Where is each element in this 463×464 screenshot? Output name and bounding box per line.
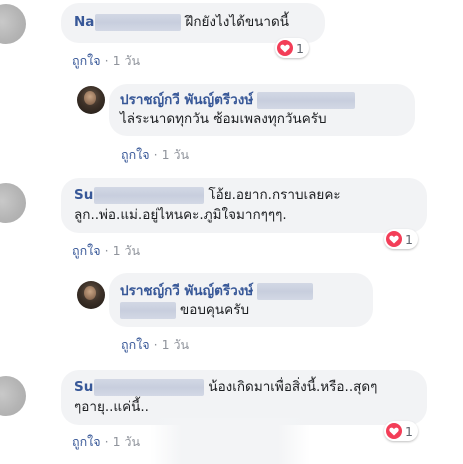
comment-actions: ถูกใจ · 1 วัน — [72, 241, 140, 261]
redacted-name — [257, 91, 356, 109]
timestamp[interactable]: 1 วัน — [113, 243, 141, 258]
timestamp[interactable]: 1 วัน — [162, 337, 190, 352]
redacted-name — [95, 13, 182, 31]
separator: · — [104, 243, 109, 258]
heart-icon — [277, 40, 293, 56]
comment-body: Su โอ้ย.อยาก.กราบเลยคะ — [74, 186, 341, 204]
reply-bubble: ปราชญ์กวี พันญ์ตรีวงษ์ ไล่ระนาดทุกวัน ซ้… — [109, 84, 415, 136]
redacted-name — [94, 378, 205, 396]
heart-icon — [386, 423, 402, 439]
separator: · — [153, 147, 158, 162]
reply-bubble: ปราชญ์กวี พันญ์ตรีวงษ์ ขอบคุนครับ — [109, 273, 373, 327]
heart-icon — [386, 231, 402, 247]
comment-actions: ถูกใจ · 1 วัน — [121, 335, 189, 355]
comment-body: Su น้องเกิดมาเพื่อสิ่งนี้.หรือ..สุดๆ — [74, 378, 377, 396]
redacted-name — [94, 186, 205, 204]
comment-text-line-1: โอ้ย.อยาก.กราบเลยคะ — [208, 187, 341, 203]
timestamp[interactable]: 1 วัน — [113, 434, 141, 449]
avatar[interactable] — [77, 281, 105, 309]
timestamp[interactable]: 1 วัน — [162, 147, 190, 162]
reaction-badge[interactable]: 1 — [384, 421, 418, 441]
comment-bubble: Na ฝึกยังไงได้ขนาดนี้ — [61, 3, 325, 43]
comment-author[interactable]: ปราชญ์กวี พันญ์ตรีวงษ์ — [120, 92, 253, 108]
like-link[interactable]: ถูกใจ — [121, 337, 150, 352]
reply-header: ปราชญ์กวี พันญ์ตรีวงษ์ — [120, 91, 356, 109]
reply-body: ขอบคุนครับ — [120, 301, 249, 319]
comment-text-line-1: น้องเกิดมาเพื่อสิ่งนี้.หรือ..สุดๆ — [208, 379, 378, 395]
like-link[interactable]: ถูกใจ — [72, 434, 101, 449]
like-link[interactable]: ถูกใจ — [72, 243, 101, 258]
comment-text: ขอบคุนครับ — [180, 302, 250, 318]
redacted-name — [120, 301, 176, 319]
separator: · — [153, 337, 158, 352]
comment-author[interactable]: ปราชญ์กวี พันญ์ตรีวงษ์ — [120, 283, 253, 299]
comment-bubble: Su น้องเกิดมาเพื่อสิ่งนี้.หรือ..สุดๆ ๆอาย… — [61, 370, 427, 425]
comment-actions: ถูกใจ · 1 วัน — [121, 145, 189, 165]
reaction-badge[interactable]: 1 — [275, 38, 309, 58]
like-link[interactable]: ถูกใจ — [72, 53, 101, 68]
avatar[interactable] — [0, 4, 26, 44]
faded-area — [150, 418, 310, 464]
comment-author[interactable]: Su — [74, 379, 93, 395]
comment-author[interactable]: Su — [74, 187, 93, 203]
comment-text: ฝึกยังไงได้ขนาดนี้ — [185, 14, 289, 30]
comment-bubble: Su โอ้ย.อยาก.กราบเลยคะ ลูก..พ่อ.แม่.อยู่ไ… — [61, 178, 427, 233]
comment-text-line-2: ๆอายุ..แค่นี้.. — [74, 399, 149, 415]
reaction-count: 1 — [405, 423, 413, 439]
comment-body: Na ฝึกยังไงได้ขนาดนี้ — [74, 13, 289, 31]
reaction-count: 1 — [405, 231, 413, 247]
reaction-count: 1 — [296, 40, 304, 56]
comment-text: ไล่ระนาดทุกวัน ซ้อมเพลงทุกวันครับ — [120, 111, 327, 127]
comment-actions: ถูกใจ · 1 วัน — [72, 432, 140, 452]
reaction-badge[interactable]: 1 — [384, 229, 418, 249]
avatar[interactable] — [0, 376, 26, 416]
like-link[interactable]: ถูกใจ — [121, 147, 150, 162]
separator: · — [104, 434, 109, 449]
avatar[interactable] — [0, 183, 26, 223]
redacted-name — [257, 282, 314, 300]
comment-author[interactable]: Na — [74, 14, 94, 30]
comment-actions: ถูกใจ · 1 วัน — [72, 51, 140, 71]
timestamp[interactable]: 1 วัน — [113, 53, 141, 68]
separator: · — [104, 53, 109, 68]
avatar[interactable] — [77, 86, 105, 114]
comment-text-line-2: ลูก..พ่อ.แม่.อยู่ไหนคะ.ภูมิใจมากๆๆๆ. — [74, 207, 287, 223]
reply-header: ปราชญ์กวี พันญ์ตรีวงษ์ — [120, 282, 314, 300]
